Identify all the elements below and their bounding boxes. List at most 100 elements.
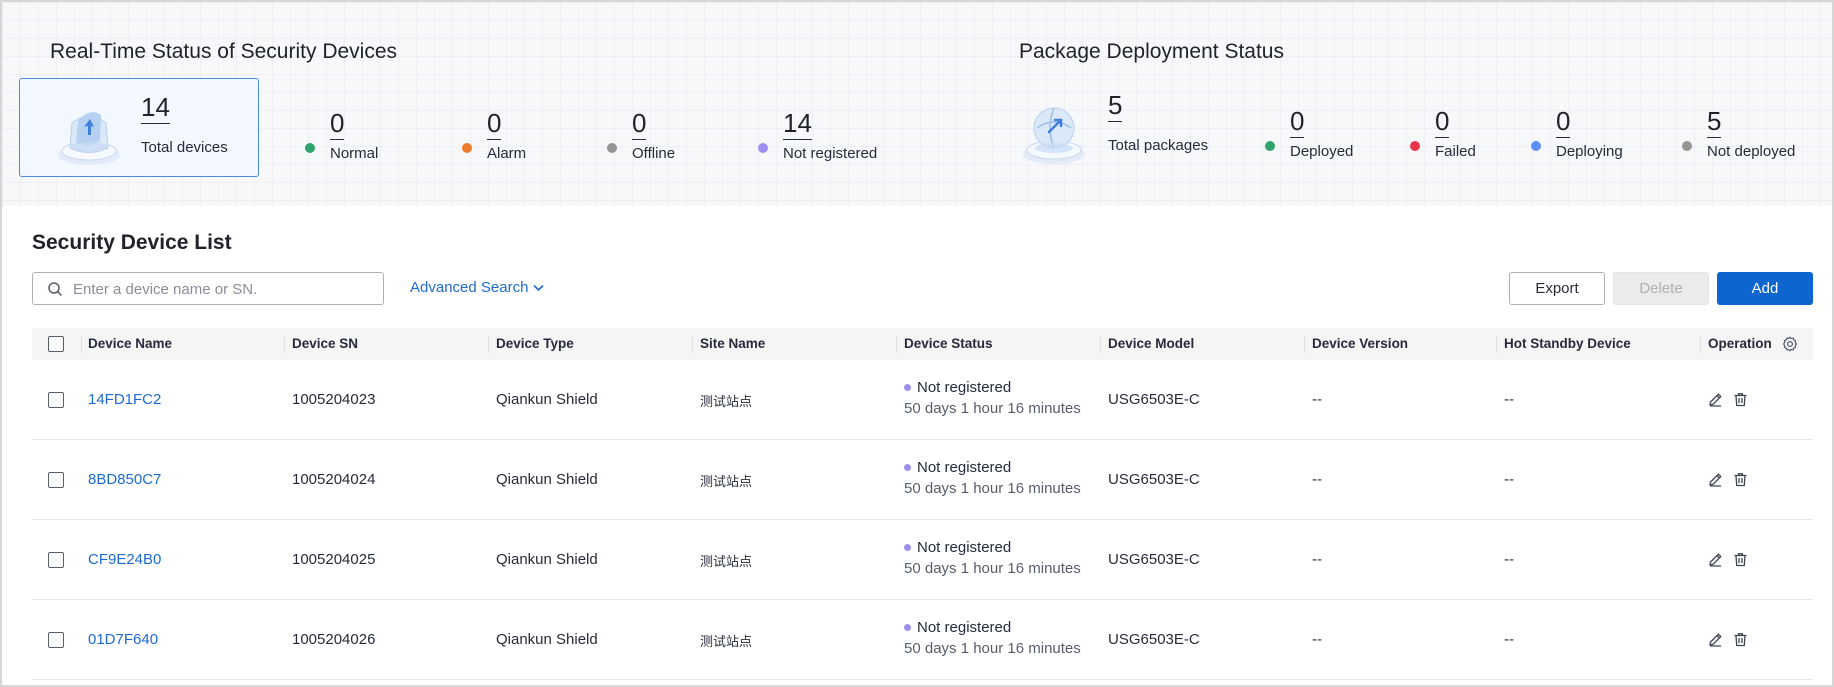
stat-label: Not registered — [783, 145, 878, 162]
status-dot — [1682, 141, 1692, 151]
stat-label: Deployed — [1290, 143, 1354, 160]
column-divider — [1496, 336, 1497, 353]
column-header-device-type[interactable]: Device Type — [496, 328, 574, 360]
trash-icon[interactable] — [1733, 552, 1748, 567]
device-sn: 1005204026 — [292, 631, 376, 648]
column-divider — [896, 336, 897, 353]
table-header: Device Name Device SN Device Type Site N… — [32, 328, 1813, 360]
stat-value: 0 — [1435, 106, 1450, 138]
add-button[interactable]: Add — [1717, 272, 1813, 305]
column-header-device-version[interactable]: Device Version — [1312, 328, 1408, 360]
package-deployment-title: Package Deployment Status — [1019, 40, 1284, 63]
device-name-link[interactable]: CF9E24B0 — [88, 551, 161, 568]
device-model: USG6503E-C — [1108, 551, 1200, 568]
device-name-link[interactable]: 14FD1FC2 — [88, 391, 161, 408]
site-name: 测试站点 — [700, 635, 753, 650]
status-overview: Real-Time Status of Security Devices 14 … — [2, 2, 1832, 206]
trash-icon[interactable] — [1733, 472, 1748, 487]
total-devices-card[interactable]: 14 Total devices — [19, 78, 259, 177]
column-header-device-sn[interactable]: Device SN — [292, 328, 358, 360]
total-packages-label: Total packages — [1108, 137, 1209, 154]
status-dot — [462, 143, 472, 153]
row-operations — [1708, 632, 1748, 647]
status-dot — [1265, 141, 1275, 151]
stat-value: 0 — [632, 108, 647, 140]
device-sn: 1005204024 — [292, 471, 376, 488]
search-box[interactable] — [32, 272, 384, 305]
row-checkbox[interactable] — [48, 552, 64, 568]
column-divider — [81, 336, 82, 353]
device-type: Qiankun Shield — [496, 551, 598, 568]
status-dot — [607, 143, 617, 153]
status-text: Not registered — [917, 539, 1012, 556]
device-type: Qiankun Shield — [496, 631, 598, 648]
total-packages-card[interactable]: 5 Total packages — [1019, 78, 1219, 177]
gear-icon[interactable] — [1782, 336, 1798, 352]
export-button[interactable]: Export — [1509, 272, 1605, 305]
row-checkbox[interactable] — [48, 392, 64, 408]
advanced-search-link[interactable]: Advanced Search — [410, 279, 544, 296]
device-name-link[interactable]: 01D7F640 — [88, 631, 158, 648]
stat-label: Not deployed — [1707, 143, 1796, 160]
stat-label: Deploying — [1556, 143, 1623, 160]
stat-label: Failed — [1435, 143, 1476, 160]
trash-icon[interactable] — [1733, 392, 1748, 407]
status-dot — [1410, 141, 1420, 151]
status-duration: 50 days 1 hour 16 minutes — [904, 560, 1081, 577]
advanced-search-label: Advanced Search — [410, 279, 529, 296]
stat-label: Alarm — [487, 145, 527, 162]
column-divider — [1304, 336, 1305, 353]
total-devices-label: Total devices — [141, 139, 228, 156]
hot-standby-device: -- — [1504, 391, 1514, 408]
delete-button[interactable]: Delete — [1613, 272, 1709, 305]
table-row: CF9E24B0 1005204025 Qiankun Shield 测试站点 … — [32, 520, 1813, 600]
stat-label: Normal — [330, 145, 379, 162]
edit-icon[interactable] — [1708, 552, 1723, 567]
stat-label: Offline — [632, 145, 676, 162]
package-illustration — [1023, 107, 1085, 164]
column-divider — [1700, 336, 1701, 353]
device-type: Qiankun Shield — [496, 471, 598, 488]
row-operations — [1708, 472, 1748, 487]
table-row: 01D7F640 1005204026 Qiankun Shield 测试站点 … — [32, 600, 1813, 680]
stat-value: 0 — [487, 108, 502, 140]
device-sn: 1005204023 — [292, 391, 376, 408]
column-header-device-model[interactable]: Device Model — [1108, 328, 1194, 360]
search-input[interactable] — [73, 277, 373, 301]
trash-icon[interactable] — [1733, 632, 1748, 647]
site-name: 测试站点 — [700, 475, 753, 490]
stat-value: 14 — [783, 108, 812, 140]
column-header-site-name[interactable]: Site Name — [700, 328, 765, 360]
row-checkbox[interactable] — [48, 472, 64, 488]
column-divider — [284, 336, 285, 353]
column-header-hot-standby[interactable]: Hot Standby Device — [1504, 328, 1631, 360]
device-status: Not registered 50 days 1 hour 16 minutes — [904, 539, 1081, 577]
select-all-checkbox[interactable] — [48, 336, 64, 352]
edit-icon[interactable] — [1708, 632, 1723, 647]
device-version: -- — [1312, 551, 1322, 568]
device-version: -- — [1312, 471, 1322, 488]
edit-icon[interactable] — [1708, 472, 1723, 487]
status-text: Not registered — [917, 619, 1012, 636]
status-dot — [758, 143, 768, 153]
device-name-link[interactable]: 8BD850C7 — [88, 471, 161, 488]
device-status: Not registered 50 days 1 hour 16 minutes — [904, 459, 1081, 497]
security-device-illustration — [58, 112, 120, 165]
column-header-device-status[interactable]: Device Status — [904, 328, 993, 360]
device-version: -- — [1312, 631, 1322, 648]
status-dot — [1531, 141, 1541, 151]
status-text: Not registered — [917, 379, 1012, 396]
hot-standby-device: -- — [1504, 471, 1514, 488]
table-row: 14FD1FC2 1005204023 Qiankun Shield 测试站点 … — [32, 360, 1813, 440]
device-model: USG6503E-C — [1108, 631, 1200, 648]
chevron-down-icon — [533, 284, 544, 291]
device-sn: 1005204025 — [292, 551, 376, 568]
status-dot — [904, 544, 911, 551]
status-dot — [904, 624, 911, 631]
row-checkbox[interactable] — [48, 632, 64, 648]
edit-icon[interactable] — [1708, 392, 1723, 407]
stat-value: 0 — [1290, 106, 1305, 138]
column-header-operation: Operation — [1708, 336, 1772, 351]
device-list-title: Security Device List — [32, 231, 232, 254]
column-header-device-name[interactable]: Device Name — [88, 328, 172, 360]
